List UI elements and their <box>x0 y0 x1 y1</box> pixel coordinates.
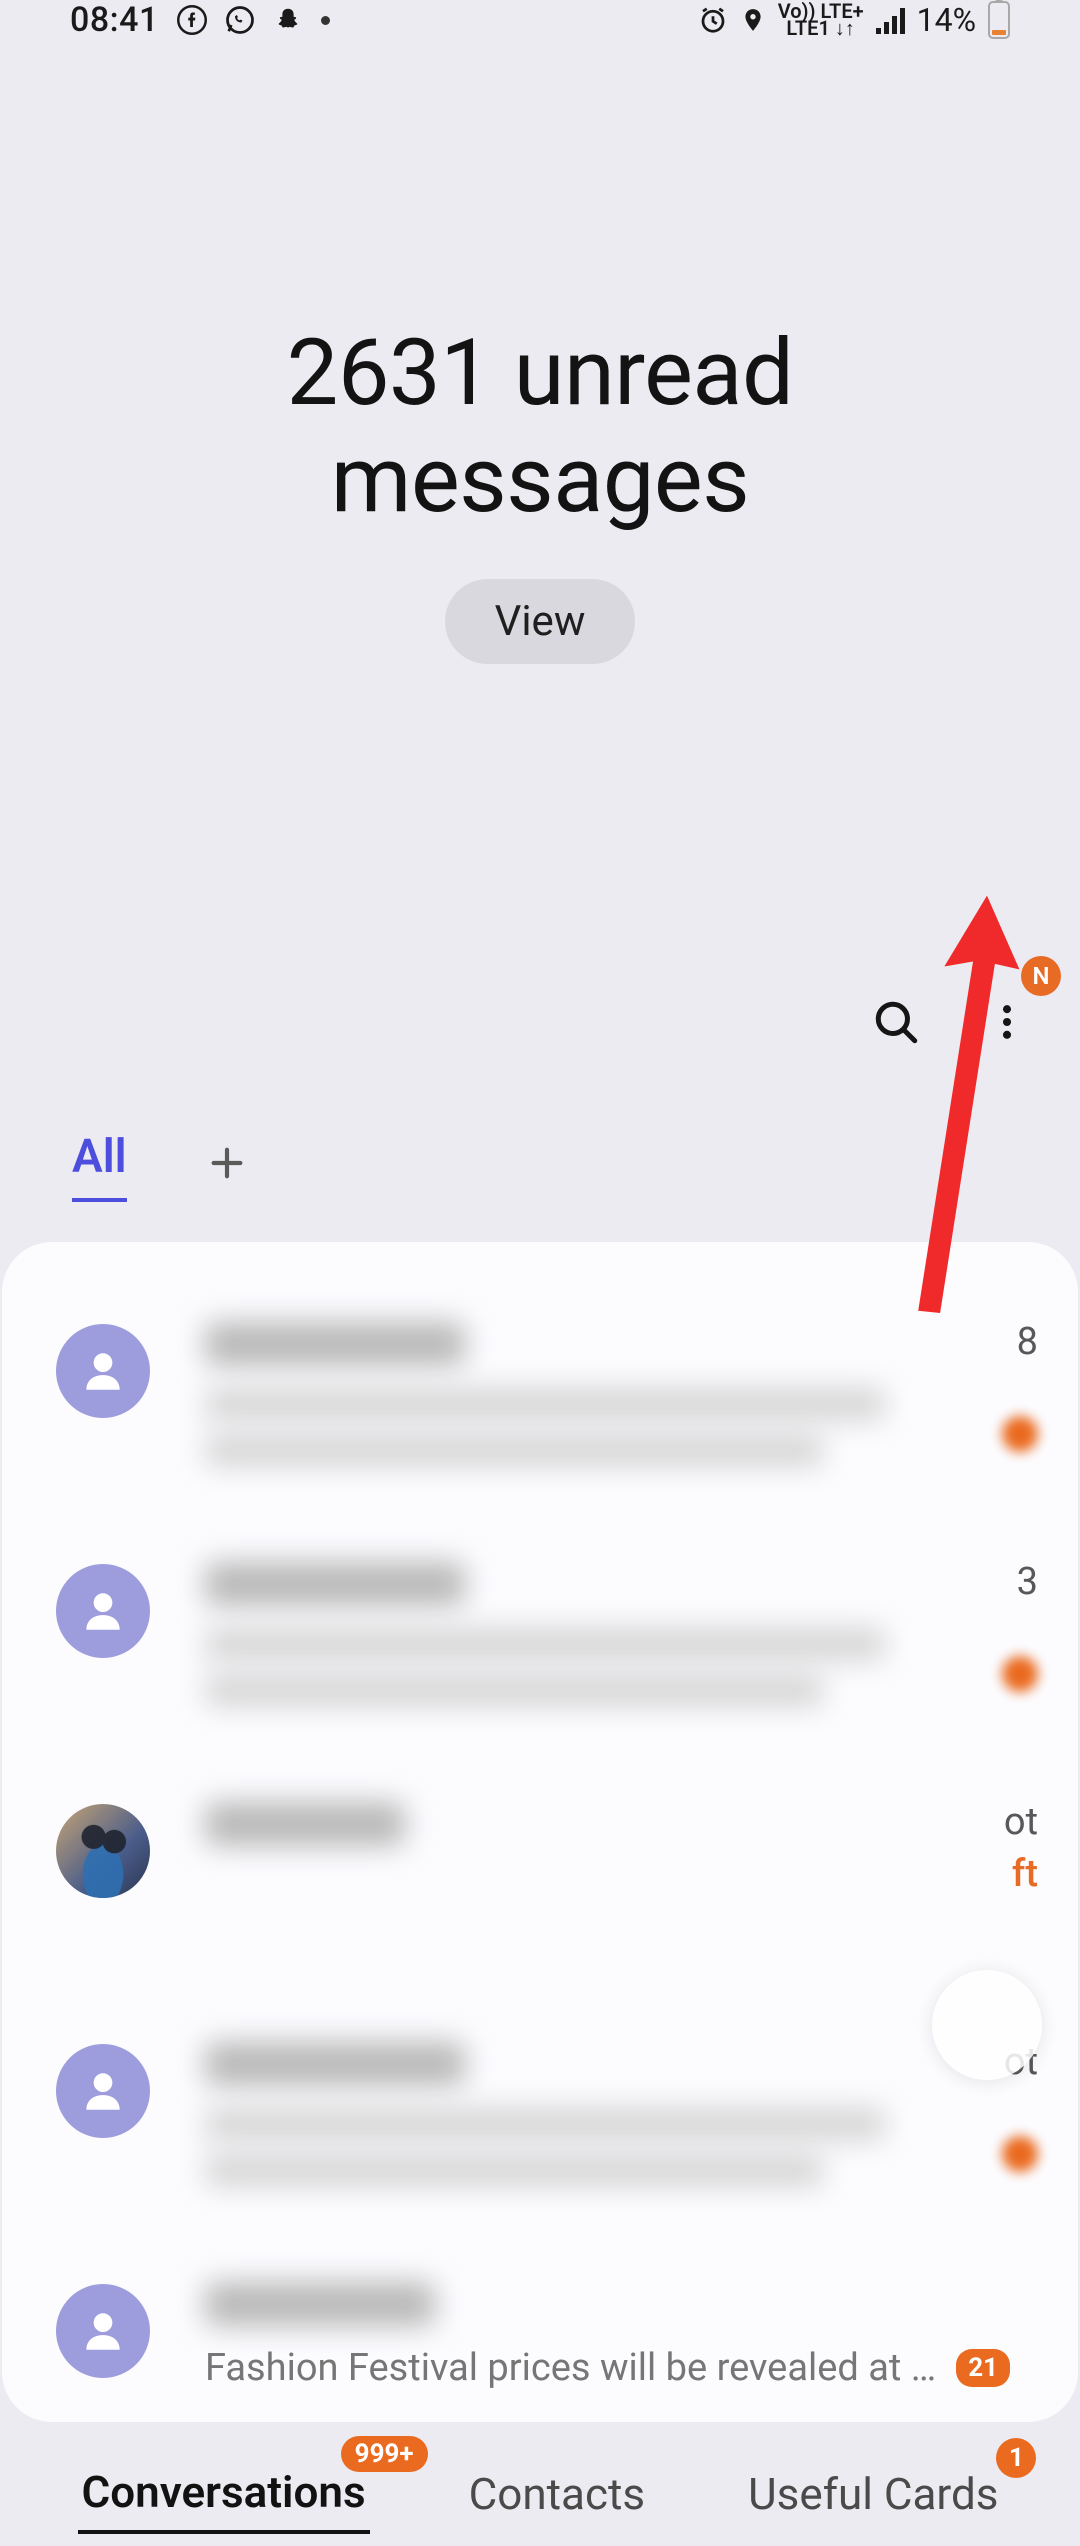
add-filter-button[interactable] <box>207 1138 247 1195</box>
nav-label: Conversations <box>82 2466 366 2518</box>
bottom-nav: Conversations 999+ Contacts Useful Cards… <box>0 2422 1080 2546</box>
blurred-snippet <box>205 1628 885 1660</box>
plus-icon <box>207 1143 247 1183</box>
blurred-title <box>205 1802 405 1846</box>
conversation-time: ot <box>1004 1800 1038 1844</box>
conversation-time: 3 <box>1017 1560 1038 1604</box>
avatar <box>56 2044 150 2138</box>
blurred-title <box>205 1562 465 1606</box>
conversation-status: ft <box>1012 1852 1038 1896</box>
blurred-snippet <box>205 1674 823 1706</box>
battery-icon <box>988 1 1010 39</box>
blurred-snippet <box>205 2154 823 2186</box>
conversation-snippet: Fashion Festival prices will be revealed… <box>205 2346 936 2390</box>
tab-all[interactable]: All <box>72 1130 127 1202</box>
view-button[interactable]: View <box>445 579 636 664</box>
person-icon <box>78 2066 128 2116</box>
person-icon <box>78 1346 128 1396</box>
status-bar: 08:41 Vo)) LTE+ LTE1 ↓↑ <box>0 0 1080 40</box>
nav-badge: 1 <box>996 2438 1036 2478</box>
blurred-title <box>205 1322 465 1366</box>
blurred-title <box>205 2282 435 2326</box>
nav-contacts[interactable]: Contacts <box>465 2456 650 2532</box>
unread-indicator <box>1002 2136 1038 2172</box>
conversation-item[interactable]: Fashion Festival prices will be revealed… <box>2 2262 1078 2412</box>
facebook-icon <box>177 5 207 35</box>
nav-useful-cards[interactable]: Useful Cards 1 <box>744 2456 1002 2532</box>
unread-title: 2631 unread messages <box>80 320 1000 534</box>
search-icon <box>871 997 921 1047</box>
alarm-icon <box>698 5 728 35</box>
blurred-title <box>205 2042 465 2086</box>
avatar-photo <box>56 1804 150 1898</box>
nav-label: Useful Cards <box>748 2468 998 2520</box>
snapchat-icon <box>273 5 303 35</box>
notification-dot-icon <box>321 16 330 25</box>
unread-indicator <box>1002 1416 1038 1452</box>
blurred-snippet <box>205 2108 885 2140</box>
conversation-item[interactable]: 3 <box>2 1542 1078 1782</box>
location-icon <box>740 5 766 35</box>
battery-percent: 14% <box>917 1 976 39</box>
search-button[interactable] <box>868 994 924 1050</box>
more-vertical-icon <box>985 997 1029 1047</box>
blurred-snippet <box>205 1434 823 1466</box>
nav-badge: 999+ <box>341 2436 428 2472</box>
more-options-button[interactable]: N <box>979 994 1035 1050</box>
more-badge: N <box>1021 956 1061 996</box>
unread-indicator <box>1002 1656 1038 1692</box>
unread-count-badge: 21 <box>956 2349 1010 2387</box>
status-time: 08:41 <box>70 0 159 40</box>
blurred-snippet <box>205 1388 885 1420</box>
network-lte-icon: Vo)) LTE+ LTE1 ↓↑ <box>778 3 864 37</box>
nav-conversations[interactable]: Conversations 999+ <box>78 2454 370 2534</box>
conversation-time: 8 <box>1017 1320 1038 1364</box>
avatar <box>56 2284 150 2378</box>
signal-icon <box>876 6 905 34</box>
avatar <box>56 1564 150 1658</box>
person-icon <box>78 2306 128 2356</box>
conversation-item[interactable]: ot <box>2 2022 1078 2262</box>
conversation-item[interactable]: ot ft <box>2 1782 1078 2022</box>
compose-fab[interactable] <box>932 1970 1042 2080</box>
person-icon <box>78 1586 128 1636</box>
conversations-card: 8 3 <box>2 1242 1078 2422</box>
conversation-item[interactable]: 8 <box>2 1302 1078 1542</box>
whatsapp-icon <box>225 5 255 35</box>
avatar <box>56 1324 150 1418</box>
